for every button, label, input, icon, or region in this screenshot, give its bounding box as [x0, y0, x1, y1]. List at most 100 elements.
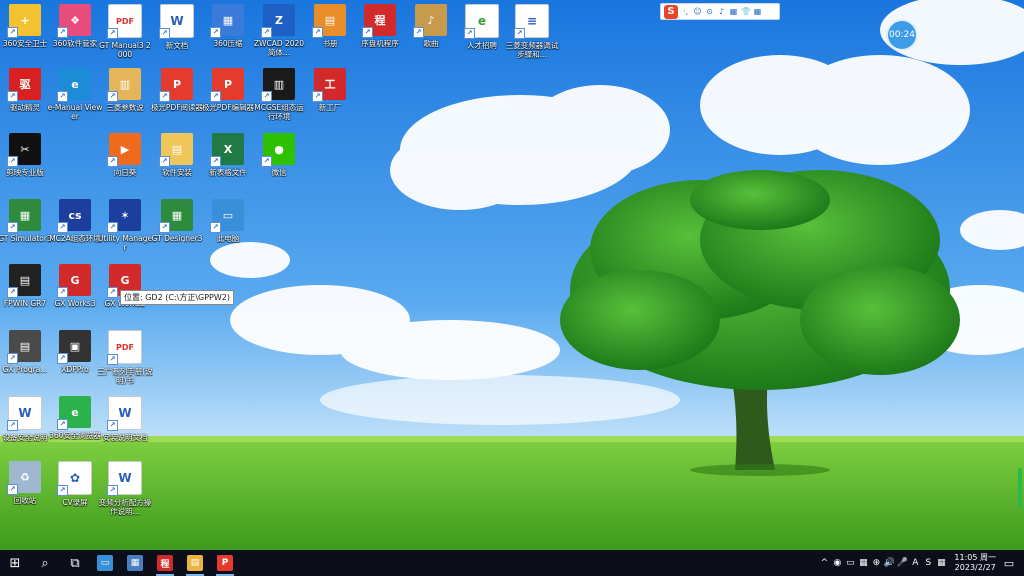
desktop-icon[interactable]: ≡ ↗ 三菱变频器调试步骤和... — [506, 4, 558, 68]
recording-timer[interactable]: 00:24 — [886, 19, 918, 51]
ime-tool-icon[interactable]: ♪ — [717, 7, 726, 16]
shortcut-arrow-icon: ↗ — [107, 156, 118, 167]
shortcut-arrow-icon: ↗ — [57, 485, 68, 496]
desktop-icon-label: GT Manual3 2000 — [99, 41, 151, 59]
desktop-icon-label: Utility Manager — [97, 234, 153, 252]
ime-tool-icon[interactable]: ▦ — [753, 7, 762, 16]
shortcut-arrow-icon: ↗ — [107, 354, 118, 365]
file-explorer-app[interactable]: ▤ — [180, 550, 210, 576]
tray-icon[interactable]: ▭ — [845, 557, 855, 569]
desktop-icon[interactable]: ✶ ↗ Utility Manager — [97, 199, 153, 263]
desktop-icon[interactable]: P ↗ 极光PDF阅读器 — [151, 68, 203, 132]
360-browser-icon: e ↗ — [57, 396, 91, 430]
shortcut-arrow-icon: ↗ — [107, 287, 118, 298]
tray-icon[interactable]: ⊕ — [871, 557, 881, 569]
ime-tool-icon[interactable]: ·, — [681, 7, 690, 16]
desktop-icon[interactable]: e ↗ 人才招聘 — [457, 4, 507, 68]
mcgs-config-icon: cs ↗ — [57, 199, 91, 233]
pdf-app[interactable]: P — [210, 550, 240, 576]
desktop-icon[interactable]: ▦ ↗ GT Simulator3 — [0, 199, 52, 263]
sunlogin-icon: ▶ ↗ — [107, 133, 141, 167]
360-zip-icon: ▦ ↗ — [210, 4, 244, 38]
desktop-icon[interactable]: ✂ ↗ 剪映专业版 — [0, 133, 50, 197]
start-button[interactable]: ⊞ — [0, 550, 30, 576]
desktop-icon[interactable]: G ↗ GX Works3 — [50, 264, 100, 328]
desktop-icon[interactable]: ✿ ↗ CV录屏 — [50, 461, 100, 525]
pdf-editor-icon: P ↗ — [210, 68, 244, 102]
desktop-icon[interactable]: + ↗ 360安全卫士 — [0, 4, 50, 68]
desktop-icon[interactable]: W ↗ 设备安全说明 — [0, 396, 50, 460]
desktop-icon[interactable]: W ↗ 新文档 — [152, 4, 202, 68]
desktop-icon[interactable]: 程 ↗ 序盘机程序 — [355, 4, 405, 68]
side-indicator — [1018, 468, 1022, 508]
desktop-icon[interactable]: ▤ ↗ 软件安装 — [152, 133, 202, 197]
desktop-icon[interactable]: ▶ ↗ 向日葵 — [100, 133, 150, 197]
clock[interactable]: 11:05 周一 2023/2/27 — [954, 553, 996, 573]
tray-icon[interactable]: ^ — [819, 557, 829, 569]
desktop-icon[interactable]: PDF ↗ 三广系列手册(说明)书 — [97, 330, 153, 394]
desktop-icon-label: 微信 — [271, 168, 287, 177]
ie-browser-icon: e ↗ — [464, 4, 499, 39]
desktop-icon[interactable]: Z ↗ ZWCAD 2020 简体... — [254, 4, 304, 68]
word-doc-icon: W ↗ — [107, 461, 142, 496]
gt-designer-icon: ▦ ↗ — [159, 199, 193, 233]
ime-tool-icon[interactable]: ▦ — [729, 7, 738, 16]
xdppro-icon: ▣ ↗ — [57, 330, 91, 364]
tray-icon[interactable]: ▦ — [936, 557, 946, 569]
shortcut-arrow-icon: ↗ — [107, 420, 118, 431]
tray-icon[interactable]: A — [910, 557, 920, 569]
ime-toolbar[interactable]: S ·, ☺ ⊙ ♪ ▦ 👕 ▦ — [660, 3, 780, 20]
desktop-icon[interactable]: cs ↗ MC2A组态环境 — [49, 199, 101, 263]
desktop-icon[interactable]: ▣ ↗ XDPPro — [50, 330, 100, 394]
shortcut-arrow-icon: ↗ — [210, 156, 221, 167]
calculator-app[interactable]: ▦ — [120, 550, 150, 576]
desktop-icon[interactable]: ♪ ↗ 歌曲 — [406, 4, 456, 68]
explorer-window-app[interactable]: ▭ — [90, 550, 120, 576]
desktop-icon[interactable]: ♻ ↗ 回收站 — [0, 461, 50, 525]
desktop-icon[interactable]: ▤ ↗ GX Progra... — [0, 330, 50, 394]
task-view-button[interactable]: ⧉ — [60, 550, 90, 576]
desktop-icon-label: GX Works3 — [54, 299, 96, 308]
tray-icon[interactable]: ▦ — [858, 557, 868, 569]
desktop-icon[interactable]: W ↗ 安装说明文档 — [100, 396, 150, 460]
ime-tool-icon[interactable]: 👕 — [741, 7, 751, 16]
desktop-icon[interactable]: ▦ ↗ 360压缩 — [203, 4, 253, 68]
ime-tool-icon[interactable]: ⊙ — [705, 7, 714, 16]
ime-tool-icon[interactable]: ☺ — [693, 7, 702, 16]
desktop-icon[interactable]: ❖ ↗ 360软件管家 — [50, 4, 100, 68]
tray-icon[interactable]: ◉ — [832, 557, 842, 569]
desktop-icon[interactable]: ▤ ↗ FPWIN GR7 — [0, 264, 50, 328]
explorer-window-app-icon: ▭ — [97, 555, 113, 571]
desktop-icon-label: 剪映专业版 — [6, 168, 44, 177]
desktop[interactable]: + ↗ 360安全卫士 ❖ ↗ 360软件管家 PDF ↗ GT Manual3 2000 W ↗ 新… — [0, 0, 1024, 550]
desktop-icon[interactable]: ▤ ↗ 书册 — [305, 4, 355, 68]
desktop-icon[interactable]: X ↗ 新表格文件 — [203, 133, 253, 197]
tray-icon[interactable]: 🔊 — [884, 557, 895, 569]
tray-icon[interactable]: 🎤 — [897, 557, 908, 569]
notification-button[interactable]: ▭ — [1000, 550, 1018, 576]
search-button[interactable]: ⌕ — [30, 550, 60, 576]
desktop-icon[interactable]: 工 ↗ 新工厂 — [305, 68, 355, 132]
shortcut-arrow-icon: ↗ — [159, 222, 170, 233]
folder-book-icon: ▤ ↗ — [312, 4, 346, 38]
desktop-icon[interactable]: e ↗ 360安全浏览器 — [49, 396, 101, 460]
desktop-icon-label: ZWCAD 2020 简体... — [253, 39, 305, 57]
desktop-icon-label: 360软件管家 — [52, 39, 98, 48]
shortcut-arrow-icon: ↗ — [57, 287, 68, 298]
desktop-icon[interactable]: W ↗ 变频分析配方操作说明... — [99, 461, 151, 525]
desktop-icon[interactable]: P ↗ 极光PDF编辑器 — [202, 68, 254, 132]
sogou-ime-icon[interactable]: S — [664, 4, 678, 19]
desktop-icon[interactable]: 驱 ↗ 驱动精灵 — [0, 68, 50, 132]
icon-tooltip: 位置: GD2 (C:\方正\GPPW2) — [120, 290, 234, 305]
desktop-icon[interactable]: ▥ ↗ 三菱参数说 — [100, 68, 150, 132]
desktop-icon[interactable]: e ↗ e-Manual Viewer — [48, 68, 102, 132]
desktop-icon[interactable]: ● ↗ 微信 — [254, 133, 304, 197]
desktop-icon[interactable]: ▭ ↗ 此电脑 — [203, 199, 253, 263]
shortcut-arrow-icon: ↗ — [7, 287, 18, 298]
tray-icon[interactable]: S — [923, 557, 933, 569]
desktop-icon[interactable]: PDF ↗ GT Manual3 2000 — [99, 4, 151, 68]
shortcut-arrow-icon: ↗ — [7, 222, 18, 233]
desktop-icon[interactable]: ▥ ↗ MCGSE组态运行环境 — [254, 68, 304, 132]
desktop-icon[interactable]: ▦ ↗ GT Designer3 — [152, 199, 202, 263]
plc-program-app[interactable]: 程 — [150, 550, 180, 576]
